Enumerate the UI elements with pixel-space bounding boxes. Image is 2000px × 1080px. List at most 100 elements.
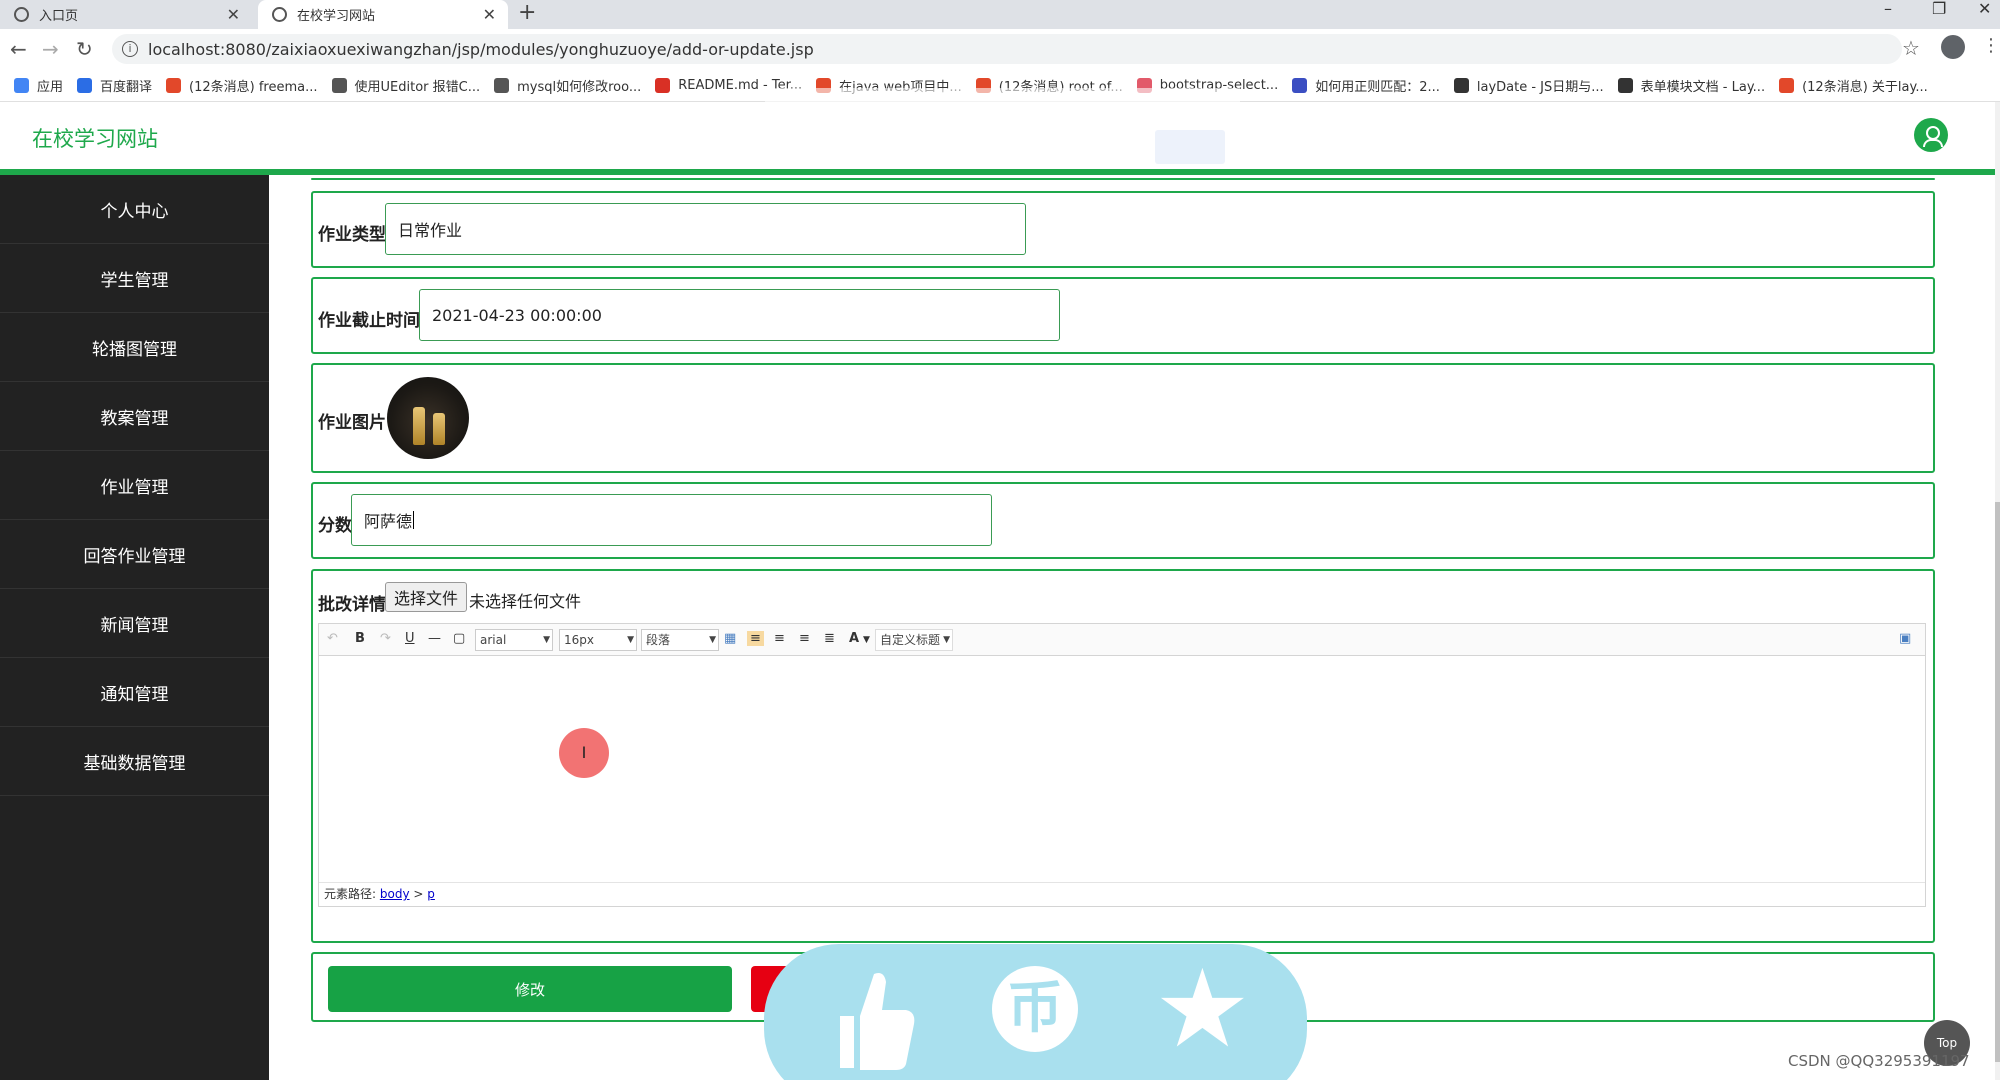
editor-toolbar: ↶ B ↷ U — ▢ arial ▼ 16px ▼ 段落 ▼ ▦ ≡ ≡ ≡ ≣ A… <box>319 624 1925 656</box>
deadline-row: 作业截止时间 2021-04-23 00:00:00 <box>311 277 1935 354</box>
url-field[interactable]: i localhost:8080/zaixiaoxuexiwangzhan/js… <box>112 34 1902 64</box>
bottle-shape <box>433 413 445 445</box>
sidebar-item-notices[interactable]: 通知管理 <box>0 658 269 727</box>
sidebar-item-personal-center[interactable]: 个人中心 <box>0 175 269 244</box>
scrollbar[interactable] <box>1995 102 2000 1080</box>
sidebar-item-carousel[interactable]: 轮播图管理 <box>0 313 269 382</box>
bookmark-item[interactable]: (12条消息) 关于lay... <box>1779 76 1928 95</box>
close-tab-icon[interactable]: ✕ <box>483 5 496 24</box>
close-tab-icon[interactable]: ✕ <box>227 5 240 24</box>
tab-entry-page[interactable]: 入口页 ✕ <box>0 0 252 29</box>
align-right-icon[interactable]: ≡ <box>774 631 785 646</box>
homework-type-row: 作业类型 日常作业 <box>311 191 1935 268</box>
bookmark-item[interactable]: 应用 <box>14 76 63 95</box>
thumb-up-icon[interactable] <box>830 966 916 1076</box>
score-field[interactable]: 阿萨德 <box>351 494 992 546</box>
bookmark-label: layDate - JS日期与... <box>1476 79 1604 95</box>
bookmark-item[interactable]: 如何用正则匹配：2... <box>1292 76 1440 95</box>
bookmark-label: 如何用正则匹配：2... <box>1315 79 1440 95</box>
score-label: 分数 <box>318 516 352 536</box>
bookmark-label: (12条消息) 关于lay... <box>1802 79 1928 95</box>
align-center-icon[interactable]: ≡ <box>799 631 810 646</box>
element-path-bar: 元素路径: body > p <box>319 882 1925 906</box>
redo-icon[interactable]: ↷ <box>380 631 391 646</box>
bookmark-item[interactable]: 百度翻译 <box>77 76 152 95</box>
sidebar-item-label: 回答作业管理 <box>83 546 186 567</box>
bookmark-favicon-icon <box>1779 77 1795 93</box>
back-icon[interactable]: ← <box>10 37 27 61</box>
bookmark-favicon-icon <box>331 77 347 93</box>
bookmark-favicon-icon <box>494 77 510 93</box>
info-icon[interactable]: i <box>122 41 138 57</box>
score-value: 阿萨德 <box>364 512 413 531</box>
profile-avatar-icon[interactable] <box>1941 35 1965 59</box>
user-avatar-icon[interactable] <box>1914 118 1948 152</box>
bookmark-star-icon[interactable]: ☆ <box>1902 36 1920 60</box>
sidebar-item-label: 学生管理 <box>100 270 169 291</box>
custom-title-select[interactable]: 自定义标题 ▼ <box>875 629 953 651</box>
deadline-field[interactable]: 2021-04-23 00:00:00 <box>419 289 1060 341</box>
sidebar-item-students[interactable]: 学生管理 <box>0 244 269 313</box>
bold-icon[interactable]: B <box>355 631 365 646</box>
reload-icon[interactable]: ↻ <box>76 37 93 61</box>
element-path-label: 元素路径: <box>324 887 377 901</box>
deadline-label: 作业截止时间 <box>318 311 420 331</box>
apps-grid-icon <box>14 77 29 93</box>
editor-body[interactable] <box>319 656 1925 884</box>
element-path-body-link[interactable]: body <box>380 887 410 901</box>
site-brand[interactable]: 在校学习网站 <box>32 123 158 153</box>
score-row: 分数 阿萨德 <box>311 482 1935 559</box>
font-color-icon[interactable]: A <box>849 631 859 646</box>
bookmark-item[interactable]: mysql如何修改roo... <box>494 76 641 95</box>
horizontal-rule-icon[interactable]: — <box>428 631 441 646</box>
bookmark-item[interactable]: layDate - JS日期与... <box>1453 76 1604 95</box>
tab-study-site[interactable]: 在校学习网站 ✕ <box>258 0 508 29</box>
watermark: CSDN @QQ3295391197 <box>1788 1052 1970 1070</box>
homework-image-thumbnail[interactable] <box>387 377 469 459</box>
bookmark-item[interactable]: (12条消息) freema... <box>166 76 318 95</box>
sidebar-item-homework[interactable]: 作业管理 <box>0 451 269 520</box>
choose-file-button[interactable]: 选择文件 <box>385 582 468 612</box>
close-window-icon[interactable]: ✕ <box>1978 0 1991 29</box>
bookmark-item[interactable]: 表单模块文档 - Lay... <box>1617 76 1765 95</box>
undo-icon[interactable]: ↶ <box>327 631 338 646</box>
font-family-select[interactable]: arial ▼ <box>475 629 553 651</box>
sidebar-item-news[interactable]: 新闻管理 <box>0 589 269 658</box>
update-button[interactable]: 修改 <box>328 966 732 1012</box>
coin-icon[interactable]: 币 <box>992 966 1078 1052</box>
font-size-select[interactable]: 16px ▼ <box>559 629 637 651</box>
bookmark-item[interactable]: 使用UEditor 报错C... <box>331 76 480 95</box>
element-path-p-link[interactable]: p <box>427 887 435 901</box>
homework-image-label: 作业图片 <box>318 413 386 433</box>
minimize-icon[interactable]: – <box>1884 0 1892 29</box>
star-icon[interactable]: ★ <box>1154 956 1251 1064</box>
homework-image-row: 作业图片 <box>311 363 1935 473</box>
table-icon[interactable]: ▦ <box>724 631 736 646</box>
dropdown-arrow-icon[interactable]: ▼ <box>863 635 870 645</box>
address-bar-row: ← → ↻ i localhost:8080/zaixiaoxuexiwangz… <box>0 29 2000 69</box>
new-tab-button[interactable]: + <box>518 0 536 29</box>
dropdown-arrow-icon: ▼ <box>943 635 950 645</box>
grading-detail-row: 批改详情 选择文件 未选择任何文件 ↶ B ↷ U — ▢ arial ▼ 16p… <box>311 569 1935 943</box>
sidebar-item-homework-answers[interactable]: 回答作业管理 <box>0 520 269 589</box>
paragraph-select[interactable]: 段落 ▼ <box>641 629 719 651</box>
underline-icon[interactable]: U <box>405 631 415 646</box>
align-justify-icon[interactable]: ≣ <box>824 631 835 646</box>
restore-icon[interactable]: ❐ <box>1932 0 1946 29</box>
faded-dialog-button <box>1155 130 1225 164</box>
bookmark-label: 百度翻译 <box>100 79 153 95</box>
forward-icon[interactable]: → <box>42 37 59 61</box>
url-text: localhost:8080/zaixiaoxuexiwangzhan/jsp/… <box>148 39 814 59</box>
page-icon[interactable]: ▢ <box>453 631 465 646</box>
sidebar-item-basic-data[interactable]: 基础数据管理 <box>0 727 269 796</box>
fullscreen-icon[interactable]: ▣ <box>1899 631 1911 646</box>
menu-kebab-icon[interactable]: ⋮ <box>1982 35 2000 56</box>
text-caret <box>413 511 415 529</box>
sidebar-item-label: 基础数据管理 <box>83 753 186 774</box>
sidebar-item-lesson-plans[interactable]: 教案管理 <box>0 382 269 451</box>
homework-type-field[interactable]: 日常作业 <box>385 203 1026 255</box>
align-left-icon[interactable]: ≡ <box>747 631 764 646</box>
paragraph-value: 段落 <box>646 633 671 647</box>
scrollbar-thumb[interactable] <box>1995 502 2000 1062</box>
dropdown-arrow-icon: ▼ <box>543 635 550 645</box>
